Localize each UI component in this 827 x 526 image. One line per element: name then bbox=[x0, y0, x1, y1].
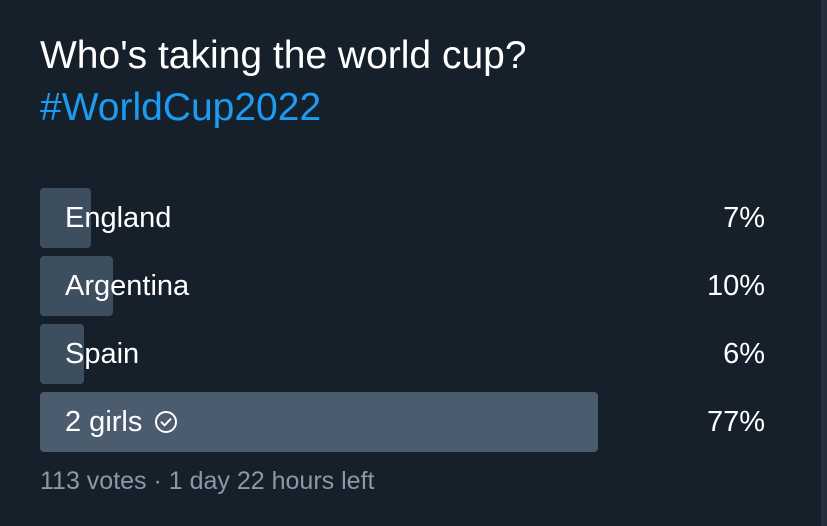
poll-option-percent: 10% bbox=[706, 270, 765, 302]
check-circle-icon bbox=[155, 411, 178, 433]
poll-option-percent: 77% bbox=[706, 406, 765, 438]
panel-edge bbox=[821, 0, 827, 526]
poll-option-label: England bbox=[65, 202, 172, 234]
poll-option-england: England 7% bbox=[40, 188, 765, 248]
hashtag-link[interactable]: #WorldCup2022 bbox=[40, 82, 800, 134]
tweet-question: Who's taking the world cup? bbox=[40, 34, 527, 77]
poll-option-label: Argentina bbox=[65, 270, 190, 302]
tweet-text: Who's taking the world cup? #WorldCup202… bbox=[40, 30, 800, 134]
poll: England 7% Argentina 10% Spain 6% 2 girl… bbox=[40, 188, 765, 460]
poll-option-percent: 6% bbox=[723, 338, 765, 370]
poll-option-percent: 7% bbox=[723, 202, 765, 234]
poll-option-label: Spain bbox=[65, 338, 140, 370]
poll-meta: 113 votes · 1 day 22 hours left bbox=[40, 467, 375, 495]
poll-option-2-girls: 2 girls 77% bbox=[40, 392, 765, 452]
poll-option-label-wrap: 2 girls bbox=[65, 392, 178, 452]
poll-option-spain: Spain 6% bbox=[40, 324, 765, 384]
poll-option-label: 2 girls bbox=[65, 406, 143, 438]
poll-option-argentina: Argentina 10% bbox=[40, 256, 765, 316]
